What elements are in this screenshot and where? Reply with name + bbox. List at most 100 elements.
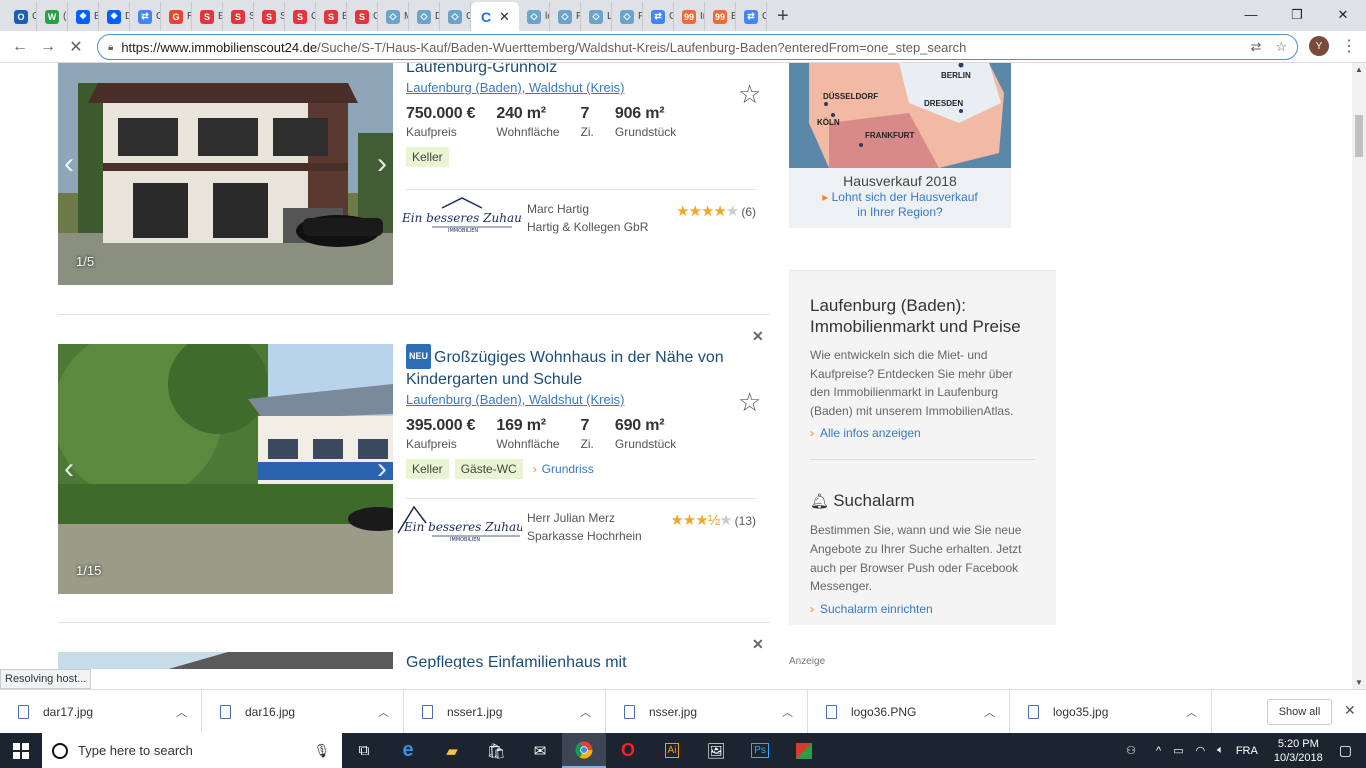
- browser-tab[interactable]: ◇log: [519, 2, 550, 31]
- illustrator-icon[interactable]: Ai: [650, 733, 694, 768]
- browser-tab[interactable]: SSri: [254, 2, 285, 31]
- browser-tab[interactable]: GRe: [161, 2, 192, 31]
- photo-prev-icon[interactable]: ‹: [64, 147, 74, 181]
- chevron-up-icon[interactable]: ︿: [378, 704, 389, 720]
- listing-title[interactable]: Gepflegtes Einfamilienhaus mit: [406, 652, 758, 669]
- alarm-link[interactable]: Suchalarm einrichten: [810, 602, 1035, 616]
- browser-tab[interactable]: ◇De: [409, 2, 440, 31]
- close-downloads-icon[interactable]: ✕: [1344, 702, 1356, 719]
- bookmark-star-icon[interactable]: ☆: [1275, 39, 1287, 55]
- sidebar-ad[interactable]: BERLIN DÜSSELDORF KÖLN DRESDEN FRANKFURT…: [789, 63, 1011, 228]
- store-icon[interactable]: 🛍︎: [474, 733, 518, 768]
- chevron-up-icon[interactable]: ︿: [782, 704, 793, 720]
- browser-tab[interactable]: ◇Mc: [378, 2, 409, 31]
- agent-row[interactable]: Ein besseres Zuhause IMMOBILIEN Marc Har…: [402, 189, 756, 237]
- download-item[interactable]: nsser.jpg ︿: [606, 689, 808, 734]
- browser-tab[interactable]: SBro: [192, 2, 223, 31]
- chrome-icon[interactable]: [562, 733, 606, 768]
- browser-tab[interactable]: SSri: [223, 2, 254, 31]
- listing-photo[interactable]: ‹ › 1/15: [58, 344, 393, 594]
- browser-tab[interactable]: ❖Dr: [99, 2, 130, 31]
- opera-icon[interactable]: O: [606, 733, 650, 768]
- scroll-up-icon[interactable]: ▲: [1355, 65, 1363, 74]
- browser-tab[interactable]: OCo: [6, 2, 37, 31]
- people-icon[interactable]: ⚇: [1126, 744, 1136, 757]
- close-tab-icon[interactable]: ✕: [499, 9, 510, 25]
- mail-icon[interactable]: ✉: [518, 733, 562, 768]
- browser-tab[interactable]: ⇄Go: [736, 2, 767, 31]
- download-item[interactable]: nsser1.jpg ︿: [404, 689, 606, 734]
- browser-tab[interactable]: ⇄Go: [130, 2, 161, 31]
- chevron-up-icon[interactable]: ︿: [580, 704, 591, 720]
- browser-tab[interactable]: ◇Fa: [612, 2, 643, 31]
- scroll-down-icon[interactable]: ▼: [1355, 678, 1363, 687]
- photos-icon[interactable]: 🖼︎: [694, 733, 738, 768]
- task-view-icon[interactable]: ⧉: [342, 733, 386, 768]
- battery-icon[interactable]: ▭: [1173, 744, 1183, 757]
- photoshop-icon[interactable]: Ps: [738, 733, 782, 768]
- listing-location-link[interactable]: Laufenburg (Baden), Waldshut (Kreis): [406, 392, 758, 407]
- browser-tab[interactable]: ❖Be: [68, 2, 99, 31]
- file-explorer-icon[interactable]: ▰: [430, 733, 474, 768]
- close-window-icon[interactable]: ✕: [1320, 0, 1366, 29]
- new-tab-icon[interactable]: +: [777, 2, 789, 31]
- tray-chevron-icon[interactable]: ^: [1156, 745, 1161, 757]
- hide-listing-icon[interactable]: ✕: [752, 328, 764, 345]
- show-all-button[interactable]: Show all: [1267, 699, 1332, 725]
- chevron-up-icon[interactable]: ︿: [176, 704, 187, 720]
- browser-tab[interactable]: SGa: [347, 2, 378, 31]
- browser-tab[interactable]: 99Bri: [705, 2, 736, 31]
- browser-tab[interactable]: ◇Fir: [550, 2, 581, 31]
- taskbar-search-input[interactable]: Type here to search 🎙︎: [42, 733, 342, 768]
- download-item[interactable]: dar16.jpg ︿: [202, 689, 404, 734]
- photo-next-icon[interactable]: ›: [377, 452, 387, 486]
- language-indicator[interactable]: FRA: [1236, 745, 1258, 757]
- chevron-up-icon[interactable]: ︿: [1186, 704, 1197, 720]
- listing-location-link[interactable]: Laufenburg (Baden), Waldshut (Kreis): [406, 80, 758, 95]
- edge-icon[interactable]: e: [386, 733, 430, 768]
- browser-tab[interactable]: SBr: [316, 2, 347, 31]
- browser-tab[interactable]: ◇Co: [440, 2, 471, 31]
- browser-tab[interactable]: SGa: [285, 2, 316, 31]
- favorite-star-icon[interactable]: ☆: [738, 79, 761, 110]
- photo-prev-icon[interactable]: ‹: [64, 452, 74, 486]
- stop-loading-icon[interactable]: ✕: [62, 37, 90, 57]
- listing-photo[interactable]: ‹ › 1/5: [58, 63, 393, 285]
- hide-listing-icon[interactable]: ✕: [752, 636, 764, 653]
- windows-start-icon[interactable]: [0, 742, 42, 759]
- url-input[interactable]: 🔒︎ https://www.immobilienscout24.de/Such…: [97, 34, 1298, 60]
- maximize-icon[interactable]: ❐: [1274, 0, 1320, 29]
- back-icon[interactable]: ←: [6, 38, 34, 56]
- market-link[interactable]: Alle infos anzeigen: [810, 426, 1035, 440]
- app-icon[interactable]: [782, 733, 826, 768]
- floorplan-link[interactable]: Grundriss: [533, 462, 594, 476]
- browser-tab[interactable]: C ✕: [471, 2, 519, 31]
- kebab-menu-icon[interactable]: ⋮: [1341, 36, 1357, 56]
- notifications-icon[interactable]: ▢: [1339, 742, 1352, 759]
- browser-tab[interactable]: ◇LO: [581, 2, 612, 31]
- microphone-icon[interactable]: 🎙︎: [313, 743, 330, 759]
- download-item[interactable]: dar17.jpg ︿: [0, 689, 202, 734]
- ad-link[interactable]: ▸ Lohnt sich der Hausverkauf in Ihrer Reg…: [789, 190, 1011, 220]
- download-item[interactable]: logo36.PNG ︿: [808, 689, 1010, 734]
- clock[interactable]: 5:20 PM 10/3/2018: [1274, 737, 1323, 765]
- translate-icon[interactable]: ⇄: [1250, 39, 1261, 55]
- favorite-star-icon[interactable]: ☆: [738, 387, 761, 418]
- browser-tab[interactable]: W(21: [37, 2, 68, 31]
- photo-next-icon[interactable]: ›: [377, 147, 387, 181]
- forward-icon[interactable]: →: [34, 38, 62, 56]
- listing-photo[interactable]: [58, 652, 393, 669]
- scrollbar-thumb[interactable]: [1355, 115, 1363, 157]
- agent-row[interactable]: Ein besseres Zuhause IMMOBILIEN Herr Jul…: [397, 498, 756, 546]
- wifi-icon[interactable]: ◠: [1196, 744, 1206, 757]
- chevron-up-icon[interactable]: ︿: [984, 704, 995, 720]
- page-scrollbar[interactable]: ▲ ▼: [1352, 63, 1366, 689]
- download-item[interactable]: logo35.jpg ︿: [1010, 689, 1212, 734]
- volume-icon[interactable]: 🔈︎: [1217, 744, 1224, 757]
- listing-title[interactable]: NEU Großzügiges Wohnhaus in der Nähe von …: [406, 344, 758, 390]
- minimize-icon[interactable]: —: [1228, 0, 1274, 29]
- avatar[interactable]: Y: [1309, 36, 1329, 56]
- listing-title[interactable]: Laufenburg-Grünholz: [406, 63, 758, 78]
- browser-tab[interactable]: 99Ins: [674, 2, 705, 31]
- browser-tab[interactable]: ⇄Go: [643, 2, 674, 31]
